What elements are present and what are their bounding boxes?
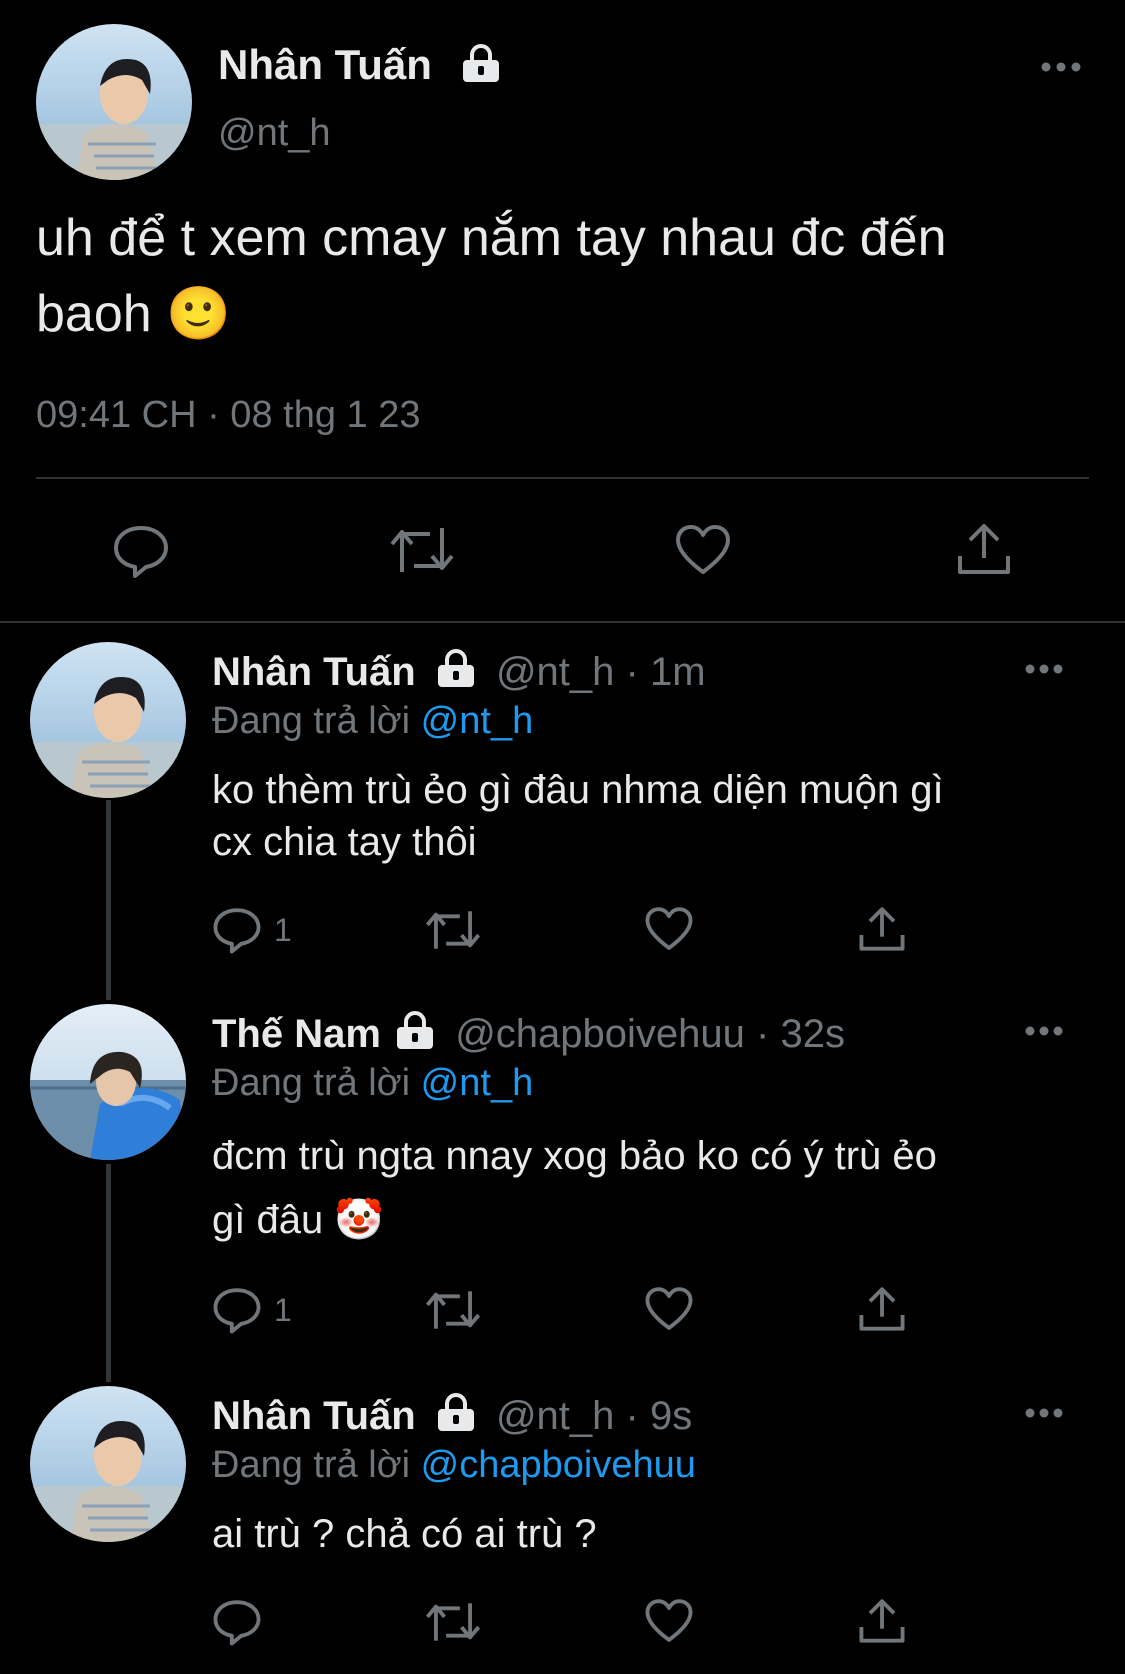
retweet-icon[interactable] xyxy=(424,1598,482,1646)
replying-prefix: Đang trả lời xyxy=(212,1062,411,1104)
author-handle[interactable]: @nt_h xyxy=(496,650,614,694)
share-icon[interactable] xyxy=(858,904,906,954)
reply-text-line: đcm trù ngta nnay xog bảo ko có ý trù ẻo xyxy=(212,1134,937,1178)
reply-time: · 9s xyxy=(625,1394,693,1438)
author-name[interactable]: Thế Nam xyxy=(212,1012,381,1056)
author-name[interactable]: Nhân Tuấn xyxy=(212,650,416,694)
author-name[interactable]: Nhân Tuấn xyxy=(212,1394,416,1438)
tweet-text: uh để t xem cmay nắm tay nhau đc đến bao… xyxy=(36,200,1096,352)
more-dots-icon[interactable] xyxy=(1024,662,1064,681)
author-handle[interactable]: @chapboivehuu xyxy=(455,1012,745,1056)
divider xyxy=(36,477,1089,479)
author-handle[interactable]: @nt_h xyxy=(496,1394,614,1438)
reply-icon[interactable] xyxy=(112,524,170,578)
reply-time: · 32s xyxy=(756,1012,845,1056)
divider xyxy=(0,621,1125,623)
author-handle[interactable]: @nt_h xyxy=(218,110,331,156)
replying-to: Đang trả lời @nt_h xyxy=(212,698,533,744)
reply-text: đcm trù ngta nnay xog bảo ko có ý trù ẻo… xyxy=(212,1124,1092,1252)
reply-header: Nhân Tuấn @nt_h · 9s xyxy=(212,1392,692,1440)
avatar[interactable] xyxy=(36,24,192,180)
tweet-text-line2: baoh xyxy=(36,285,152,343)
reply-header: Thế Nam @chapboivehuu · 32s xyxy=(212,1010,845,1058)
replying-to: Đang trả lời @nt_h xyxy=(212,1060,533,1106)
thread-line xyxy=(106,1164,111,1382)
reply-count: 1 xyxy=(274,1292,292,1328)
share-icon[interactable] xyxy=(858,1596,906,1646)
replying-to-link[interactable]: @nt_h xyxy=(421,1062,534,1104)
reply-icon[interactable] xyxy=(212,1286,262,1334)
replying-to-link[interactable]: @chapboivehuu xyxy=(421,1444,696,1486)
heart-icon[interactable] xyxy=(644,1286,694,1332)
reply-count: 1 xyxy=(274,912,292,948)
author-name[interactable]: Nhân Tuấn xyxy=(218,40,432,90)
replying-prefix: Đang trả lời xyxy=(212,1444,411,1486)
thread-line xyxy=(106,800,111,1000)
replying-to-link[interactable]: @nt_h xyxy=(421,700,534,742)
more-dots-icon[interactable] xyxy=(1040,60,1082,79)
heart-icon[interactable] xyxy=(674,524,732,576)
reply-time: · 1m xyxy=(625,650,706,694)
more-dots-icon[interactable] xyxy=(1024,1024,1064,1043)
avatar[interactable] xyxy=(30,1004,186,1160)
tweet-text-line: baoh 🙂 xyxy=(36,276,1096,352)
heart-icon[interactable] xyxy=(644,906,694,952)
share-icon[interactable] xyxy=(858,1284,906,1334)
reply-text: ai trù ? chả có ai trù ? xyxy=(212,1508,1092,1560)
reply-text-line: cx chia tay thôi xyxy=(212,820,477,864)
avatar[interactable] xyxy=(30,642,186,798)
reply-text: ko thèm trù ẻo gì đâu nhma diện muộn gì … xyxy=(212,764,1092,868)
reply-text-line: gì đâu 🤡 xyxy=(212,1188,1092,1252)
lock-icon xyxy=(435,1393,477,1433)
retweet-icon[interactable] xyxy=(424,1286,482,1334)
heart-icon[interactable] xyxy=(644,1598,694,1644)
reply-icon[interactable] xyxy=(212,1598,262,1646)
tweet-timestamp[interactable]: 09:41 CH · 08 thg 1 23 xyxy=(36,392,420,438)
lock-icon xyxy=(435,649,477,689)
share-icon[interactable] xyxy=(956,520,1012,578)
retweet-icon[interactable] xyxy=(388,522,456,578)
avatar[interactable] xyxy=(30,1386,186,1542)
tweet-text-line: uh để t xem cmay nắm tay nhau đc đến xyxy=(36,209,947,267)
lock-icon xyxy=(394,1011,436,1051)
replying-prefix: Đang trả lời xyxy=(212,700,411,742)
reply-text-line2: gì đâu xyxy=(212,1198,324,1242)
clown-emoji: 🤡 xyxy=(334,1198,385,1242)
reply-text-line: ai trù ? chả có ai trù ? xyxy=(212,1512,597,1556)
more-dots-icon[interactable] xyxy=(1024,1406,1064,1425)
lock-icon xyxy=(460,44,502,84)
reply-icon[interactable] xyxy=(212,906,262,954)
smile-emoji: 🙂 xyxy=(166,285,231,343)
retweet-icon[interactable] xyxy=(424,906,482,954)
replying-to: Đang trả lời @chapboivehuu xyxy=(212,1442,696,1488)
reply-text-line: ko thèm trù ẻo gì đâu nhma diện muộn gì xyxy=(212,768,944,812)
reply-header: Nhân Tuấn @nt_h · 1m xyxy=(212,648,706,696)
